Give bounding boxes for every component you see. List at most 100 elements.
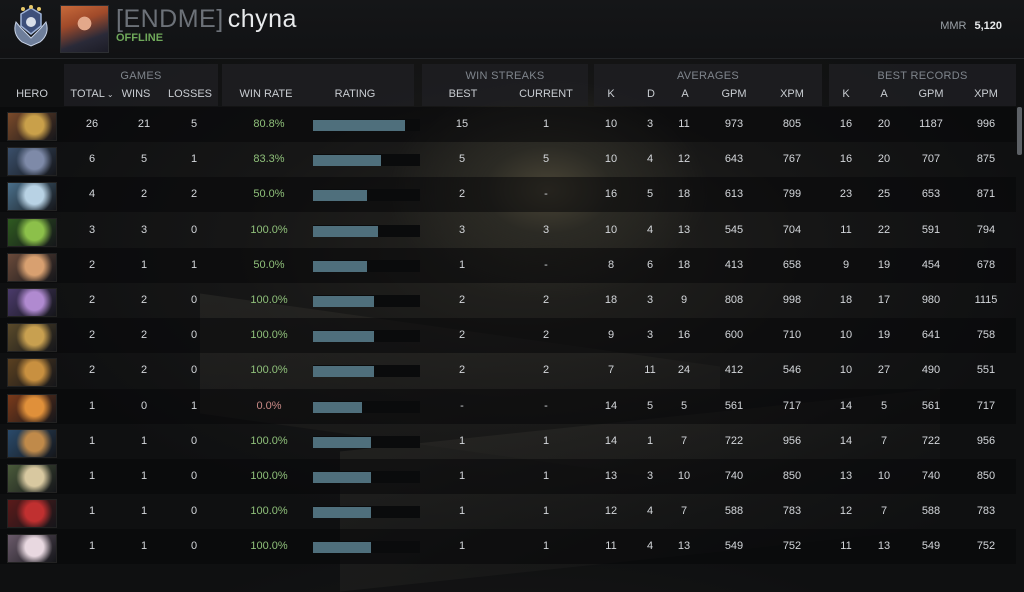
total-cell: 3	[88, 223, 96, 236]
best-gpm-cell: 722	[921, 434, 941, 447]
avg-assists-cell: 7	[680, 434, 688, 447]
column-header-best-gpm[interactable]: GPM	[916, 88, 946, 100]
best-xpm-cell: 678	[976, 258, 996, 271]
column-header-avg-assists[interactable]: A	[677, 88, 693, 100]
avg-gpm-cell: 740	[724, 470, 744, 482]
hero-portrait-12[interactable]	[7, 499, 57, 529]
win-rate-cell: 50.0%	[253, 188, 285, 201]
status-badge: OFFLINE	[116, 32, 164, 44]
avg-assists-cell: 13	[677, 223, 691, 236]
avg-xpm-cell: 998	[782, 294, 802, 306]
win-rate-cell: 100.0%	[250, 470, 288, 482]
table-row[interactable]: 6 5 1 83.3% 5 5 10 4 12 643 767 16 20 70…	[0, 142, 1016, 177]
table-row[interactable]: 1 1 0 100.0% 1 1 11 4 13 549 752 11 13 5…	[0, 529, 1016, 565]
win-rate-cell: 100.0%	[250, 540, 288, 553]
best-kills-cell: 18	[839, 294, 853, 306]
table-row[interactable]: 3 3 0 100.0% 3 3 10 4 13 545 704 11 22 5…	[0, 213, 1016, 248]
total-cell: 2	[88, 258, 96, 271]
mmr-display: MMR 5,120	[940, 20, 1002, 32]
table-row[interactable]: 26 21 5 80.8% 15 1 10 3 11 973 805 16 20…	[0, 107, 1016, 142]
best-xpm-cell: 1115	[974, 294, 998, 306]
wins-cell: 1	[140, 434, 148, 447]
column-header-losses[interactable]: LOSSES	[166, 88, 214, 100]
column-header-best-xpm[interactable]: XPM	[971, 88, 1001, 100]
avg-deaths-cell: 3	[646, 329, 654, 342]
best-assists-cell: 7	[880, 434, 888, 447]
column-header-best-assists[interactable]: A	[876, 88, 892, 100]
current-streak-cell: 3	[542, 223, 550, 236]
table-row[interactable]: 4 2 2 50.0% 2 - 16 5 18 613 799 23 25 65…	[0, 177, 1016, 213]
hero-portrait-7[interactable]	[7, 323, 57, 353]
hero-portrait-2[interactable]	[7, 147, 57, 177]
table-row[interactable]: 2 2 0 100.0% 2 2 9 3 16 600 710 10 19 64…	[0, 318, 1016, 354]
avg-deaths-cell: 4	[646, 505, 654, 518]
averages-group-title: AVERAGES	[676, 70, 740, 82]
hero-portrait-8[interactable]	[7, 358, 57, 388]
current-streak-cell: 5	[542, 153, 550, 166]
avg-kills-cell: 16	[604, 188, 618, 201]
avg-gpm-cell: 549	[724, 540, 744, 553]
column-header-best-streak[interactable]: BEST	[443, 88, 483, 100]
rating-bar	[313, 472, 371, 483]
best-gpm-cell: 591	[921, 223, 941, 236]
losses-cell: 0	[190, 505, 198, 518]
best-kills-cell: 11	[840, 540, 852, 553]
hero-portrait-3[interactable]	[7, 182, 57, 212]
win-rate-cell: 100.0%	[250, 329, 288, 342]
best-kills-cell: 10	[839, 329, 853, 342]
column-header-total[interactable]: TOTAL ⌄	[66, 88, 118, 100]
column-header-avg-kills[interactable]: K	[603, 88, 619, 100]
hero-portrait-4[interactable]	[7, 217, 57, 247]
best-xpm-cell: 717	[976, 399, 996, 412]
table-row[interactable]: 1 1 0 100.0% 1 1 14 1 7 722 956 14 7 722…	[0, 424, 1016, 459]
total-cell: 4	[88, 188, 96, 201]
column-header-best-kills[interactable]: K	[838, 88, 854, 100]
table-scrollbar[interactable]	[1017, 107, 1022, 155]
column-header-hero[interactable]: HERO	[8, 88, 56, 100]
best-gpm-cell: 490	[921, 364, 941, 377]
rating-bar	[313, 542, 371, 554]
table-row[interactable]: 2 2 0 100.0% 2 2 18 3 9 808 998 18 17 98…	[0, 283, 1016, 318]
column-header-rating[interactable]: RATING	[320, 88, 390, 100]
best-gpm-cell: 549	[921, 540, 941, 553]
avg-xpm-cell: 783	[782, 505, 802, 518]
hero-portrait-11[interactable]	[7, 464, 57, 493]
best-kills-cell: 16	[839, 118, 853, 130]
avg-assists-cell: 18	[677, 188, 691, 201]
profile-header: [ENDME] chyna OFFLINE MMR 5,120	[0, 0, 1024, 59]
rating-bar	[313, 507, 371, 519]
column-header-avg-gpm[interactable]: GPM	[719, 88, 749, 100]
avg-kills-cell: 10	[604, 118, 618, 130]
table-row[interactable]: 2 1 1 50.0% 1 - 8 6 18 413 658 9 19 454 …	[0, 247, 1016, 283]
avg-gpm-cell: 808	[724, 294, 744, 306]
table-row[interactable]: 1 1 0 100.0% 1 1 12 4 7 588 783 12 7 588…	[0, 494, 1016, 529]
table-row[interactable]: 1 0 1 0.0% - - 14 5 5 561 717 14 5 561 7…	[0, 388, 1016, 424]
hero-portrait-6[interactable]	[7, 288, 57, 317]
current-streak-cell: 1	[542, 540, 550, 553]
avg-kills-cell: 8	[607, 258, 615, 271]
best-assists-cell: 13	[877, 540, 891, 553]
win-rate-cell: 100.0%	[250, 434, 288, 447]
current-streak-cell: -	[544, 258, 548, 271]
column-header-avg-xpm[interactable]: XPM	[777, 88, 807, 100]
hero-portrait-5[interactable]	[7, 252, 57, 282]
column-header-avg-deaths[interactable]: D	[643, 88, 659, 100]
table-row[interactable]: 2 2 0 100.0% 2 2 7 11 24 412 546 10 27 4…	[0, 353, 1016, 388]
avg-gpm-cell: 561	[724, 399, 744, 412]
table-row[interactable]: 1 1 0 100.0% 1 1 13 3 10 740 850 13 10 7…	[0, 459, 1016, 494]
total-cell: 1	[88, 434, 96, 447]
hero-portrait-9[interactable]	[7, 393, 57, 423]
avg-gpm-cell: 588	[724, 505, 744, 518]
avg-deaths-cell: 11	[644, 364, 656, 377]
best-assists-cell: 27	[877, 364, 891, 377]
hero-portrait-13[interactable]	[7, 534, 57, 564]
column-header-win-rate[interactable]: WIN RATE	[234, 88, 298, 100]
losses-cell: 0	[190, 434, 198, 447]
hero-portrait-1[interactable]	[7, 112, 57, 141]
column-header-current-streak[interactable]: CURRENT	[516, 88, 576, 100]
column-header-wins[interactable]: WINS	[118, 88, 154, 100]
best-xpm-cell: 850	[976, 470, 996, 482]
player-avatar[interactable]	[60, 5, 109, 53]
hero-portrait-10[interactable]	[7, 428, 57, 458]
total-cell: 2	[88, 294, 96, 306]
